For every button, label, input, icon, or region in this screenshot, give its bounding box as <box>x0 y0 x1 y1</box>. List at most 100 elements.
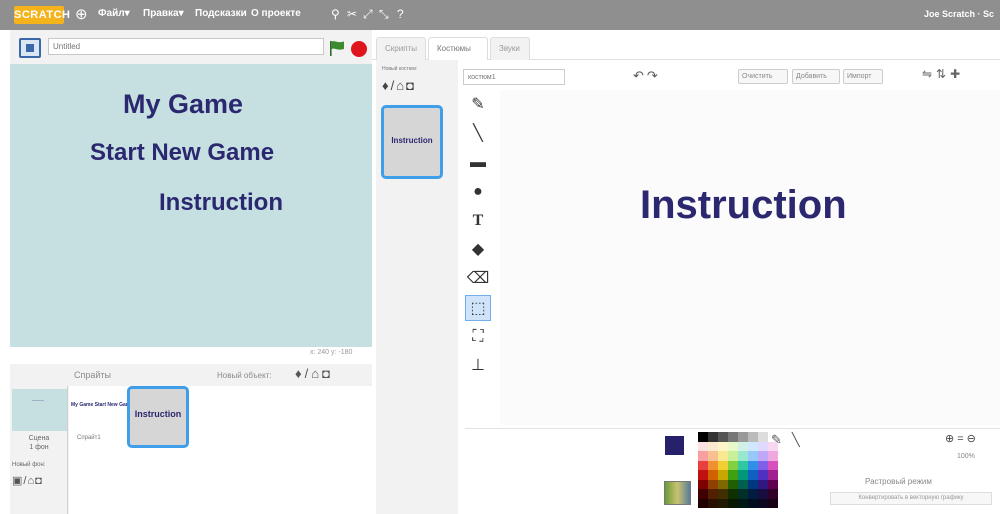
palette-swatch[interactable] <box>708 470 718 480</box>
select-remove-bg-icon[interactable]: ⛶ <box>465 324 491 350</box>
palette-swatch[interactable] <box>718 460 728 470</box>
menu-about[interactable]: О проекте <box>251 8 301 19</box>
palette-swatch[interactable] <box>718 432 728 442</box>
project-title-input[interactable] <box>48 38 324 55</box>
select-icon[interactable]: ⬚ <box>465 295 491 321</box>
palette-swatch[interactable] <box>718 489 728 499</box>
user-name[interactable]: Joe Scratch · Sc <box>924 9 994 19</box>
import-button[interactable]: Импорт <box>843 69 883 84</box>
palette-swatch[interactable] <box>748 479 758 489</box>
palette-swatch[interactable] <box>738 498 748 508</box>
costume-name-input[interactable] <box>463 69 565 85</box>
palette-swatch[interactable] <box>708 489 718 499</box>
palette-swatch[interactable] <box>698 479 708 489</box>
color-palette[interactable] <box>698 432 780 510</box>
palette-swatch[interactable] <box>698 460 708 470</box>
fill-icon[interactable]: ◆ <box>465 237 491 263</box>
stage-thumbnail[interactable]: ——— <box>12 389 67 431</box>
menu-file[interactable]: Файл▾ <box>98 8 130 19</box>
palette-swatch[interactable] <box>758 489 768 499</box>
new-sprite-icons[interactable]: ♦/⌂◘ <box>295 366 333 381</box>
palette-swatch[interactable] <box>718 479 728 489</box>
palette-swatch[interactable] <box>708 460 718 470</box>
palette-swatch[interactable] <box>738 441 748 451</box>
ellipse-icon[interactable]: ● <box>465 179 491 205</box>
green-flag-icon[interactable] <box>328 40 346 56</box>
tab-sounds[interactable]: Звуки <box>490 37 530 60</box>
palette-swatch[interactable] <box>768 489 778 499</box>
palette-swatch[interactable] <box>738 479 748 489</box>
language-globe-icon[interactable]: ⊕ <box>75 6 92 23</box>
palette-swatch[interactable] <box>728 451 738 461</box>
palette-swatch[interactable] <box>698 498 708 508</box>
new-costume-icons[interactable]: ♦/⌂◘ <box>382 78 416 93</box>
color-picker-swatch[interactable] <box>664 481 691 505</box>
palette-swatch[interactable] <box>728 479 738 489</box>
duplicate-icon[interactable]: ⚲ <box>331 7 340 21</box>
palette-swatch[interactable] <box>698 432 708 442</box>
palette-swatch[interactable] <box>718 451 728 461</box>
palette-swatch[interactable] <box>748 470 758 480</box>
canvas-instruction-text[interactable]: Instruction <box>640 183 847 228</box>
palette-swatch[interactable] <box>708 498 718 508</box>
palette-swatch[interactable] <box>698 451 708 461</box>
line-icon[interactable]: ╲ <box>465 121 491 147</box>
palette-swatch[interactable] <box>748 451 758 461</box>
palette-swatch[interactable] <box>758 432 768 442</box>
scratch-logo[interactable]: SCRATCH <box>14 6 70 24</box>
stage-start-new-game[interactable]: Start New Game <box>90 139 274 167</box>
palette-swatch[interactable] <box>768 470 778 480</box>
palette-swatch[interactable] <box>748 498 758 508</box>
palette-swatch[interactable] <box>738 470 748 480</box>
palette-swatch[interactable] <box>748 460 758 470</box>
palette-swatch[interactable] <box>718 470 728 480</box>
palette-swatch[interactable] <box>698 441 708 451</box>
palette-swatch[interactable] <box>758 460 768 470</box>
palette-swatch[interactable] <box>728 489 738 499</box>
stage[interactable]: My Game Start New Game Instruction <box>10 64 372 347</box>
costume-tile[interactable]: Instruction <box>381 105 443 179</box>
palette-swatch[interactable] <box>768 460 778 470</box>
palette-swatch[interactable] <box>758 451 768 461</box>
palette-swatch[interactable] <box>728 460 738 470</box>
tab-scripts[interactable]: Скрипты <box>376 37 426 60</box>
convert-to-vector-button[interactable]: Конвертировать в векторную графику <box>830 492 992 505</box>
sprite-tile-sprite1[interactable]: My Game Start New Game Спрайт1 <box>71 390 133 446</box>
stage-instruction[interactable]: Instruction <box>159 189 283 217</box>
help-icon[interactable]: ? <box>397 7 404 21</box>
palette-swatch[interactable] <box>738 432 748 442</box>
presentation-mode-icon[interactable] <box>19 38 41 58</box>
undo-redo-icons[interactable]: ↶↷ <box>633 68 661 84</box>
palette-swatch[interactable] <box>768 498 778 508</box>
add-button[interactable]: Добавить <box>792 69 840 84</box>
rectangle-icon[interactable]: ▬ <box>465 150 491 176</box>
paint-canvas[interactable]: Instruction <box>500 90 1000 425</box>
palette-swatch[interactable] <box>708 441 718 451</box>
eraser-icon[interactable]: ⌫ <box>465 266 491 292</box>
menu-edit[interactable]: Правка▾ <box>143 8 184 19</box>
palette-swatch[interactable] <box>708 451 718 461</box>
palette-swatch[interactable] <box>758 479 768 489</box>
palette-swatch[interactable] <box>728 441 738 451</box>
palette-swatch[interactable] <box>758 441 768 451</box>
new-backdrop-icons[interactable]: ▣/⌂◘ <box>12 474 43 487</box>
palette-swatch[interactable] <box>718 498 728 508</box>
selected-color-swatch[interactable] <box>665 436 684 455</box>
palette-swatch[interactable] <box>718 441 728 451</box>
grow-icon[interactable]: ⤢ <box>363 7 373 21</box>
palette-swatch[interactable] <box>758 498 768 508</box>
tab-costumes[interactable]: Костюмы <box>428 37 488 60</box>
palette-swatch[interactable] <box>768 451 778 461</box>
stamp-icon[interactable]: ⊥ <box>465 353 491 379</box>
clear-button[interactable]: Очистить <box>738 69 788 84</box>
stop-icon[interactable] <box>351 41 367 57</box>
stage-selector[interactable]: ——— Сцена 1 фон Новый фон: ▣/⌂◘ <box>10 386 68 514</box>
palette-swatch[interactable] <box>708 479 718 489</box>
stage-title-my-game[interactable]: My Game <box>123 89 243 120</box>
palette-swatch[interactable] <box>748 441 758 451</box>
text-icon[interactable]: T <box>465 208 491 234</box>
palette-swatch[interactable] <box>738 489 748 499</box>
shrink-icon[interactable]: ⤡ <box>379 7 389 21</box>
palette-swatch[interactable] <box>738 460 748 470</box>
flip-center-icons[interactable]: ⇋⇅✚ <box>922 67 964 81</box>
